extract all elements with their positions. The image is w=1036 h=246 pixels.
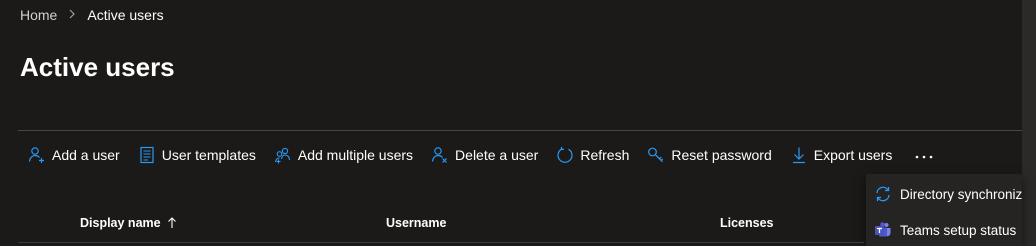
add-multiple-users-icon <box>274 146 292 164</box>
menu-item-label: Directory synchronization <box>900 186 1022 202</box>
column-header-display-name[interactable]: Display name <box>80 216 177 230</box>
user-templates-label: User templates <box>161 147 256 163</box>
menu-item-directory-synchronization[interactable]: Directory synchronization <box>866 176 1022 212</box>
refresh-icon <box>556 146 574 164</box>
download-icon <box>790 146 808 164</box>
more-icon <box>914 147 934 163</box>
column-label: Display name <box>80 216 161 230</box>
overflow-menu: Directory synchronization Teams setup st… <box>866 174 1022 246</box>
menu-item-label: Teams setup status <box>900 222 1017 238</box>
add-user-icon <box>28 146 46 164</box>
sync-icon <box>874 185 892 203</box>
column-header-username[interactable]: Username <box>386 216 446 230</box>
chevron-right-icon <box>67 8 77 22</box>
column-label: Username <box>386 216 447 230</box>
table-header: Display name Username Licenses <box>18 204 878 240</box>
template-icon <box>138 146 156 164</box>
reset-password-label: Reset password <box>671 147 772 163</box>
delete-user-icon <box>431 146 449 164</box>
add-multiple-users-button[interactable]: Add multiple users <box>264 140 421 170</box>
export-users-button[interactable]: Export users <box>780 140 901 170</box>
export-users-label: Export users <box>813 147 893 163</box>
menu-item-teams-setup-status[interactable]: Teams setup status <box>866 212 1022 246</box>
add-multiple-users-label: Add multiple users <box>297 147 414 163</box>
add-user-label: Add a user <box>52 147 120 163</box>
divider <box>18 242 864 243</box>
sort-ascending-icon <box>167 217 177 229</box>
divider <box>18 130 1022 131</box>
delete-user-button[interactable]: Delete a user <box>421 140 546 170</box>
scrollbar[interactable] <box>1022 0 1036 246</box>
reset-password-button[interactable]: Reset password <box>637 140 779 170</box>
user-templates-button[interactable]: User templates <box>128 140 264 170</box>
more-options-button[interactable] <box>908 140 940 170</box>
breadcrumb-current: Active users <box>87 7 164 23</box>
command-bar: Add a user User templates Add multiple u… <box>18 140 940 170</box>
breadcrumb: Home Active users <box>20 7 164 23</box>
column-header-licenses[interactable]: Licenses <box>720 216 774 230</box>
page-title: Active users <box>20 52 175 82</box>
add-user-button[interactable]: Add a user <box>18 140 128 170</box>
breadcrumb-home[interactable]: Home <box>20 7 57 23</box>
delete-user-label: Delete a user <box>455 147 539 163</box>
refresh-button[interactable]: Refresh <box>546 140 637 170</box>
active-users-page: Home Active users Active users Add a use… <box>0 0 1036 246</box>
column-label: Licenses <box>720 216 774 230</box>
key-icon <box>647 146 665 164</box>
refresh-label: Refresh <box>580 147 630 163</box>
